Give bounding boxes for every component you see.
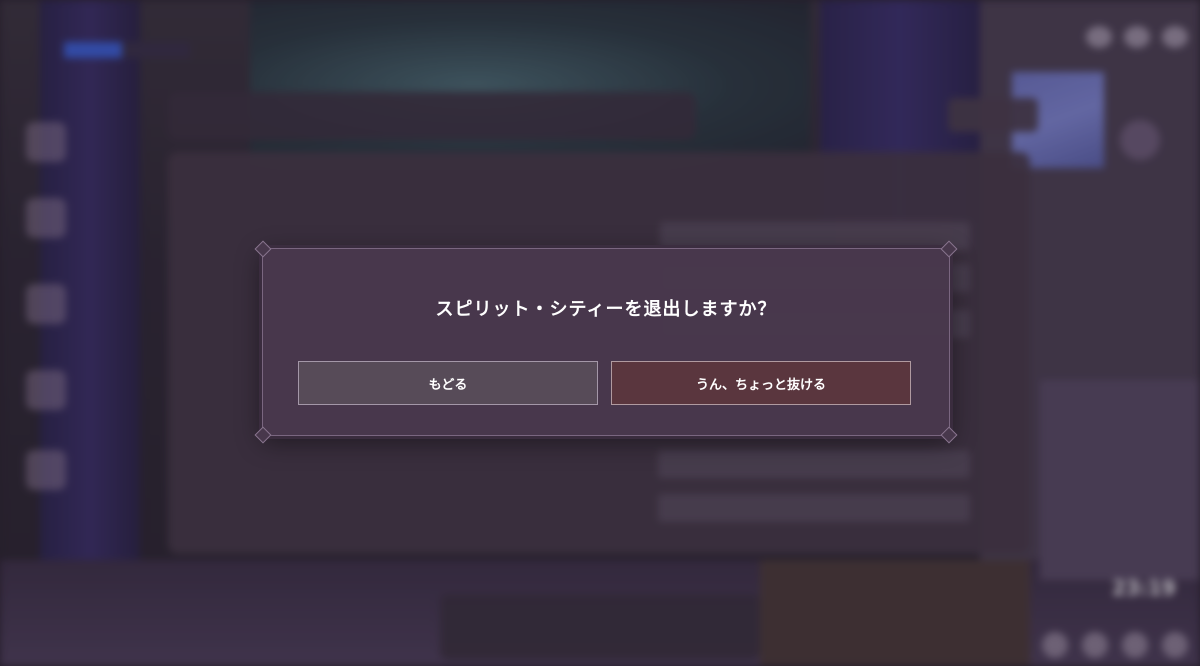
exit-button[interactable]: うん、ちょっと抜ける bbox=[611, 361, 911, 405]
game-screen: 23:19 スピリット・シティーを退出しますか？ もどる うん、ちょっと抜ける bbox=[0, 0, 1200, 666]
exit-confirm-dialog: スピリット・シティーを退出しますか？ もどる うん、ちょっと抜ける bbox=[254, 240, 958, 444]
back-button[interactable]: もどる bbox=[298, 361, 598, 405]
dialog-title: スピリット・シティーを退出しますか？ bbox=[435, 299, 777, 320]
